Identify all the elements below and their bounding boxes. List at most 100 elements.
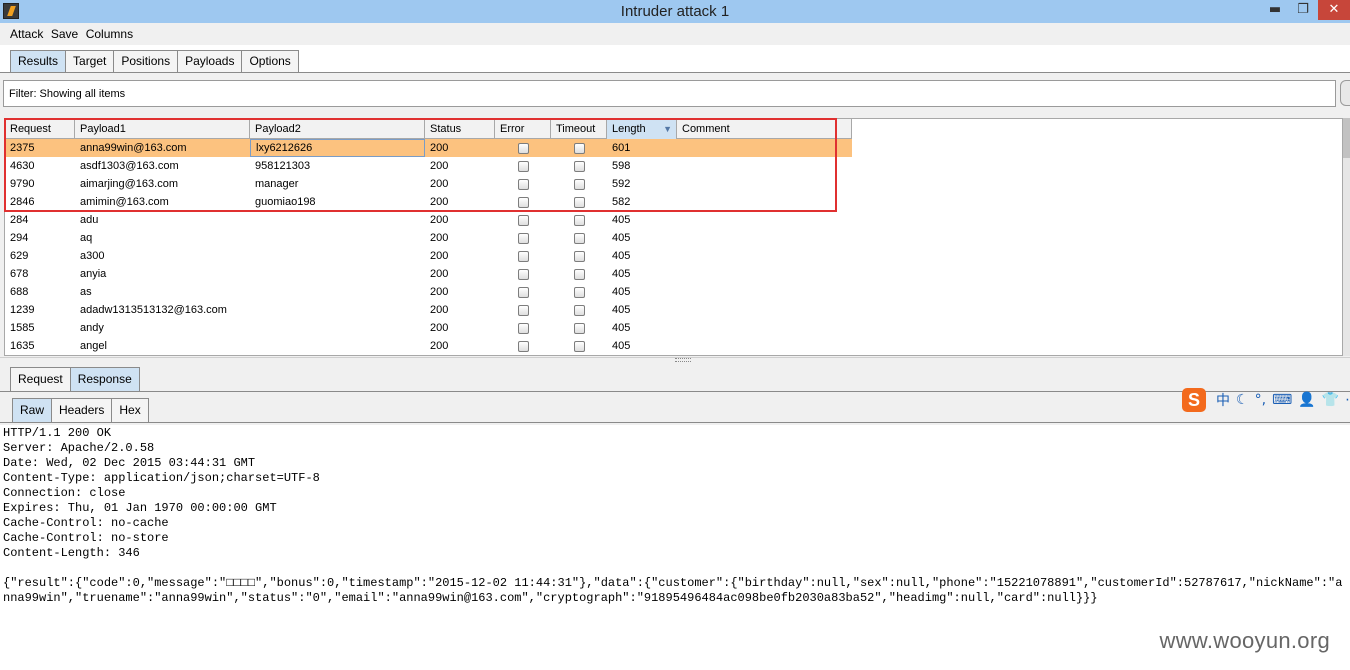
filter-toggle-handle[interactable] xyxy=(1340,80,1350,106)
cell-payload2 xyxy=(250,247,425,265)
response-header-line: Cache-Control: no-store xyxy=(3,531,169,545)
cell-status: 200 xyxy=(430,268,449,280)
cell-payload2 xyxy=(250,301,425,319)
table-row[interactable]: 294 aq 200 405 xyxy=(5,229,852,247)
column-header-payload2[interactable]: Payload2 xyxy=(250,119,425,139)
response-viewer[interactable]: HTTP/1.1 200 OK Server: Apache/2.0.58 Da… xyxy=(3,426,1348,606)
cell-request: 294 xyxy=(10,232,29,244)
menu-columns[interactable]: Columns xyxy=(86,27,133,41)
tab-target[interactable]: Target xyxy=(65,50,115,72)
close-icon[interactable]: ✕ xyxy=(1318,0,1350,20)
cell-status: 200 xyxy=(430,214,449,226)
column-header-comment[interactable]: Comment xyxy=(677,119,852,139)
chinese-mode-icon[interactable]: 中 xyxy=(1216,390,1230,410)
table-row[interactable]: 1239 adadw1313513132@163.com 200 405 xyxy=(5,301,852,319)
cell-length: 405 xyxy=(612,340,631,352)
filter-bar[interactable]: Filter: Showing all items xyxy=(3,80,1336,107)
cell-payload1: asdf1303@163.com xyxy=(80,160,179,172)
maximize-icon[interactable]: ❐ xyxy=(1290,0,1316,20)
cell-status: 200 xyxy=(430,250,449,262)
timeout-checkbox xyxy=(574,161,585,172)
cell-status: 200 xyxy=(430,340,449,352)
view-tabs-divider xyxy=(0,422,1350,423)
table-row[interactable]: 9790 aimarjing@163.com manager 200 592 xyxy=(5,175,852,193)
table-row[interactable]: 284 adu 200 405 xyxy=(5,211,852,229)
tab-options[interactable]: Options xyxy=(241,50,299,72)
table-row[interactable]: 1585 andy 200 405 xyxy=(5,319,852,337)
cell-payload2 xyxy=(250,211,425,229)
cell-payload1: anna99win@163.com xyxy=(80,142,187,154)
attack-tabs: Results Target Positions Payloads Option… xyxy=(10,50,299,72)
table-row[interactable]: 1635 angel 200 405 xyxy=(5,337,852,355)
error-checkbox xyxy=(518,143,529,154)
keyboard-icon[interactable]: ⌨ xyxy=(1272,392,1292,408)
table-row[interactable]: 678 anyia 200 405 xyxy=(5,265,852,283)
cell-payload2 xyxy=(250,229,425,247)
response-header-line: Content-Length: 346 xyxy=(3,546,140,560)
cell-status: 200 xyxy=(430,178,449,190)
response-header-line: Date: Wed, 02 Dec 2015 03:44:31 GMT xyxy=(3,456,256,470)
scrollbar-thumb[interactable] xyxy=(1343,118,1350,158)
more-icon[interactable]: ⋯ xyxy=(1345,392,1350,408)
column-header-timeout[interactable]: Timeout xyxy=(551,119,607,139)
minimize-icon[interactable]: ▬ xyxy=(1262,0,1288,20)
title-bar: Intruder attack 1 ▬ ❐ ✕ xyxy=(0,0,1350,23)
column-header-error[interactable]: Error xyxy=(495,119,551,139)
tab-response[interactable]: Response xyxy=(69,367,140,391)
message-tabs: Request Response xyxy=(10,367,140,391)
column-header-length-label: Length xyxy=(612,123,646,135)
error-checkbox xyxy=(518,251,529,262)
table-body: 2375 anna99win@163.com lxy6212626 200 601 463… xyxy=(5,139,852,355)
column-header-request[interactable]: Request xyxy=(5,119,75,139)
tab-request[interactable]: Request xyxy=(10,367,71,391)
response-header-line: HTTP/1.1 200 OK xyxy=(3,426,112,440)
table-row[interactable]: 629 a300 200 405 xyxy=(5,247,852,265)
half-width-moon-icon[interactable]: ☾ xyxy=(1236,392,1249,408)
column-header-status[interactable]: Status xyxy=(425,119,495,139)
tab-positions[interactable]: Positions xyxy=(113,50,179,72)
tab-results[interactable]: Results xyxy=(10,50,67,72)
sogou-logo-icon[interactable]: S xyxy=(1182,388,1206,412)
cell-status: 200 xyxy=(430,196,449,208)
cell-payload1: aq xyxy=(80,232,93,244)
cell-request: 1585 xyxy=(10,322,35,334)
message-tabs-divider xyxy=(0,391,1350,392)
column-header-length[interactable]: Length ▼ xyxy=(607,119,677,139)
user-icon[interactable]: 👤 xyxy=(1298,392,1315,408)
table-row[interactable]: 2375 anna99win@163.com lxy6212626 200 601 xyxy=(5,139,852,157)
cell-request: 1239 xyxy=(10,304,35,316)
response-header-line: Content-Type: application/json;charset=U… xyxy=(3,471,320,485)
cell-payload1: angel xyxy=(80,340,107,352)
splitter-grip-icon[interactable] xyxy=(675,358,691,362)
skin-shirt-icon[interactable]: 👕 xyxy=(1322,392,1339,408)
timeout-checkbox xyxy=(574,287,585,298)
punctuation-icon[interactable]: °, xyxy=(1255,392,1266,408)
tab-hex[interactable]: Hex xyxy=(111,398,149,422)
menu-save[interactable]: Save xyxy=(51,27,78,41)
cell-request: 9790 xyxy=(10,178,35,190)
cell-request: 678 xyxy=(10,268,29,280)
table-scrollbar[interactable] xyxy=(1343,118,1350,356)
error-checkbox xyxy=(518,197,529,208)
cell-payload1: amimin@163.com xyxy=(80,196,169,208)
cell-length: 405 xyxy=(612,286,631,298)
table-row[interactable]: 688 as 200 405 xyxy=(5,283,852,301)
timeout-checkbox xyxy=(574,305,585,316)
results-table: Request Payload1 Payload2 Status Error T… xyxy=(4,118,1343,356)
column-header-payload1[interactable]: Payload1 xyxy=(75,119,250,139)
cell-request: 284 xyxy=(10,214,29,226)
error-checkbox xyxy=(518,341,529,352)
cell-request: 1635 xyxy=(10,340,35,352)
tab-payloads[interactable]: Payloads xyxy=(177,50,243,72)
cell-request: 688 xyxy=(10,286,29,298)
response-header-line: Cache-Control: no-cache xyxy=(3,516,169,530)
cell-payload2 xyxy=(250,283,425,301)
cell-payload1: adu xyxy=(80,214,99,226)
table-row[interactable]: 2846 amimin@163.com guomiao198 200 582 xyxy=(5,193,852,211)
table-row[interactable]: 4630 asdf1303@163.com 958121303 200 598 xyxy=(5,157,852,175)
menu-attack[interactable]: Attack xyxy=(10,27,43,41)
timeout-checkbox xyxy=(574,143,585,154)
response-header-line: Server: Apache/2.0.58 xyxy=(3,441,155,455)
tab-headers[interactable]: Headers xyxy=(51,398,113,422)
tab-raw[interactable]: Raw xyxy=(12,398,53,422)
